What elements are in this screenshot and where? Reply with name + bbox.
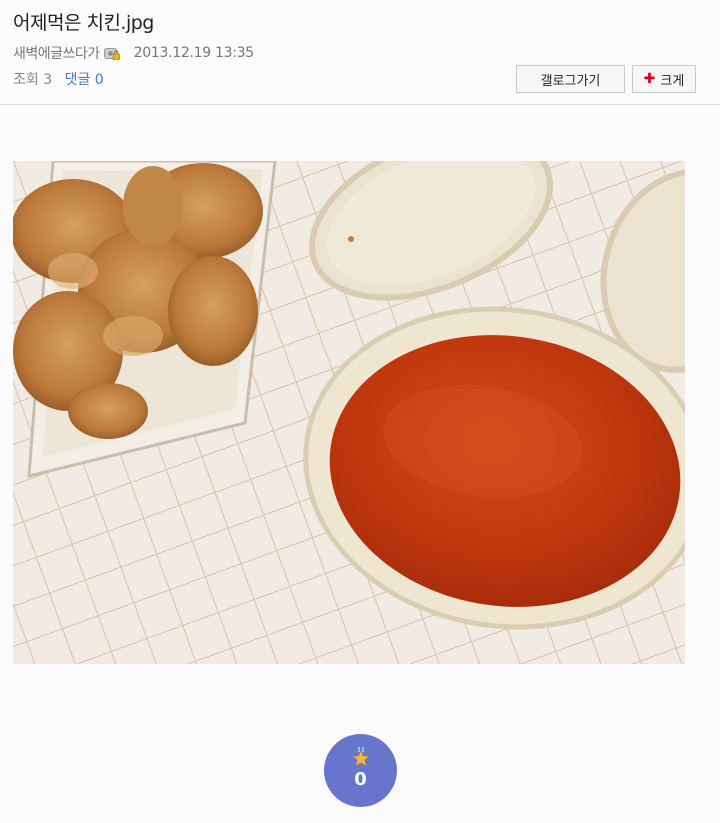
- post-date: 2013.12.19 13:35: [133, 45, 254, 61]
- chicken-photo-illustration: [13, 161, 685, 664]
- recommend-button[interactable]: 0: [324, 734, 397, 807]
- enlarge-button-label: 크게: [660, 73, 685, 89]
- view-count: 조회 3: [13, 72, 53, 88]
- comment-count-link[interactable]: 댓글 0: [65, 72, 104, 88]
- author-name[interactable]: 새벽에글쓰다가: [13, 43, 100, 63]
- post-stats: 조회 3 댓글 0: [13, 69, 104, 89]
- gallog-button-label: 갤로그가기: [540, 73, 601, 89]
- star-medal-icon: [352, 747, 370, 767]
- post-meta: 새벽에글쓰다가 2013.12.19 13:35: [13, 43, 254, 63]
- post-title: 어제먹은 치킨.jpg: [13, 12, 154, 34]
- post-image[interactable]: [13, 161, 685, 664]
- post-page: 어제먹은 치킨.jpg 새벽에글쓰다가 2013.12.19 13:35 조회 …: [0, 0, 720, 823]
- plus-icon: ✚: [643, 71, 656, 87]
- recommend-count: 0: [354, 769, 367, 790]
- post-header: 어제먹은 치킨.jpg 새벽에글쓰다가 2013.12.19 13:35 조회 …: [0, 0, 720, 105]
- enlarge-button[interactable]: ✚ 크게: [632, 65, 696, 93]
- gallog-button[interactable]: 갤로그가기: [516, 65, 625, 93]
- gallog-lock-icon[interactable]: [103, 47, 120, 60]
